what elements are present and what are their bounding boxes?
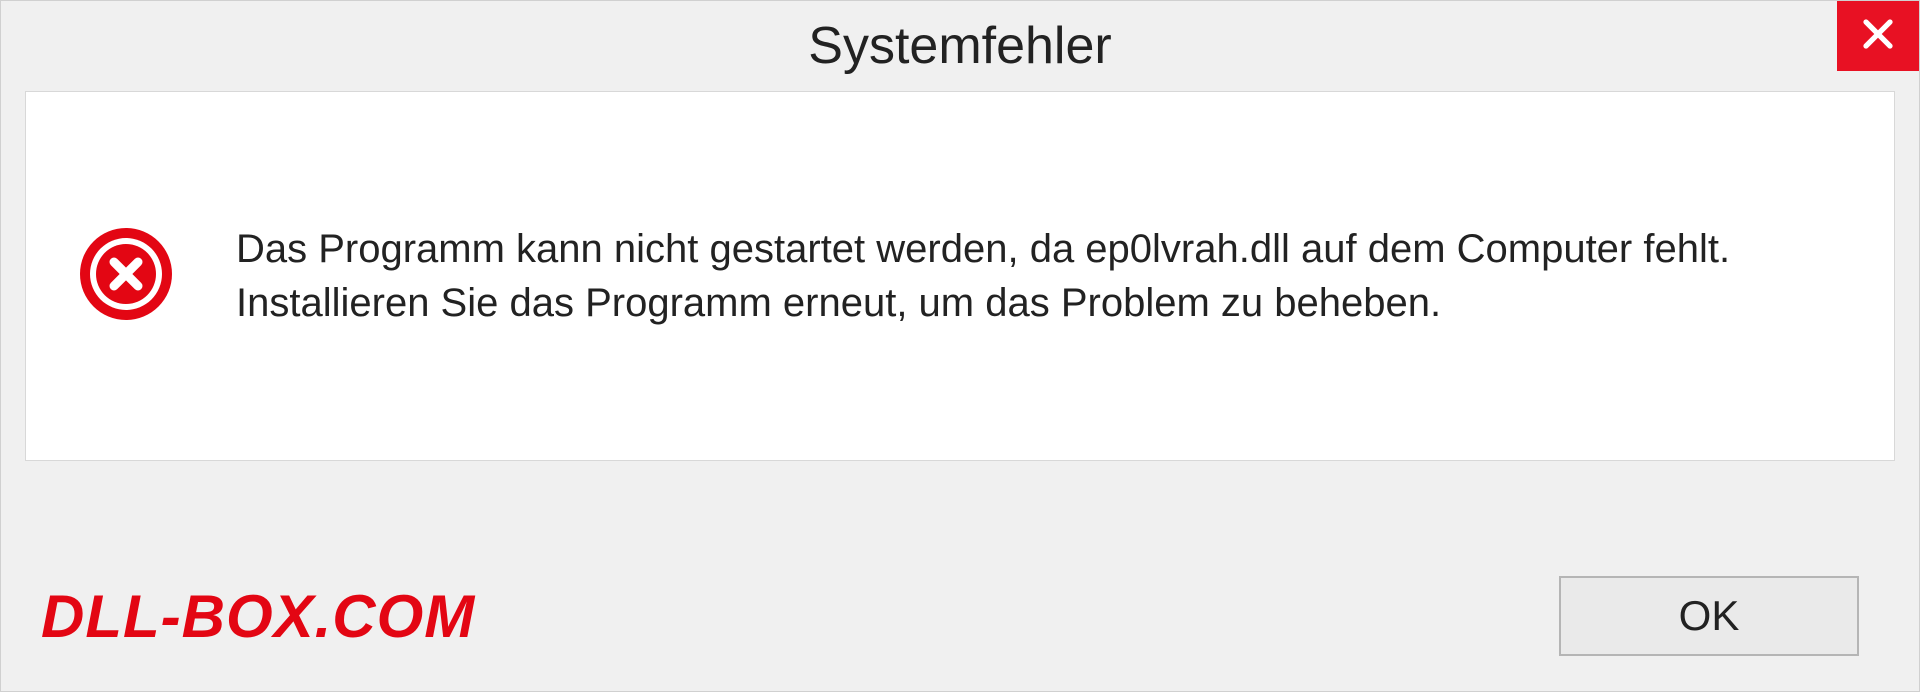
close-icon bbox=[1860, 16, 1896, 57]
close-button[interactable] bbox=[1837, 1, 1919, 71]
watermark-text: DLL-BOX.COM bbox=[41, 582, 475, 651]
error-icon bbox=[76, 224, 176, 329]
content-panel: Das Programm kann nicht gestartet werden… bbox=[25, 91, 1895, 461]
error-message: Das Programm kann nicht gestartet werden… bbox=[236, 222, 1834, 330]
dialog-footer: DLL-BOX.COM OK bbox=[1, 541, 1919, 691]
content-wrapper: Das Programm kann nicht gestartet werden… bbox=[1, 91, 1919, 541]
ok-button-label: OK bbox=[1679, 592, 1740, 640]
titlebar: Systemfehler bbox=[1, 1, 1919, 91]
dialog-title: Systemfehler bbox=[808, 16, 1111, 76]
ok-button[interactable]: OK bbox=[1559, 576, 1859, 656]
error-dialog: Systemfehler Das Programm kann bbox=[0, 0, 1920, 692]
